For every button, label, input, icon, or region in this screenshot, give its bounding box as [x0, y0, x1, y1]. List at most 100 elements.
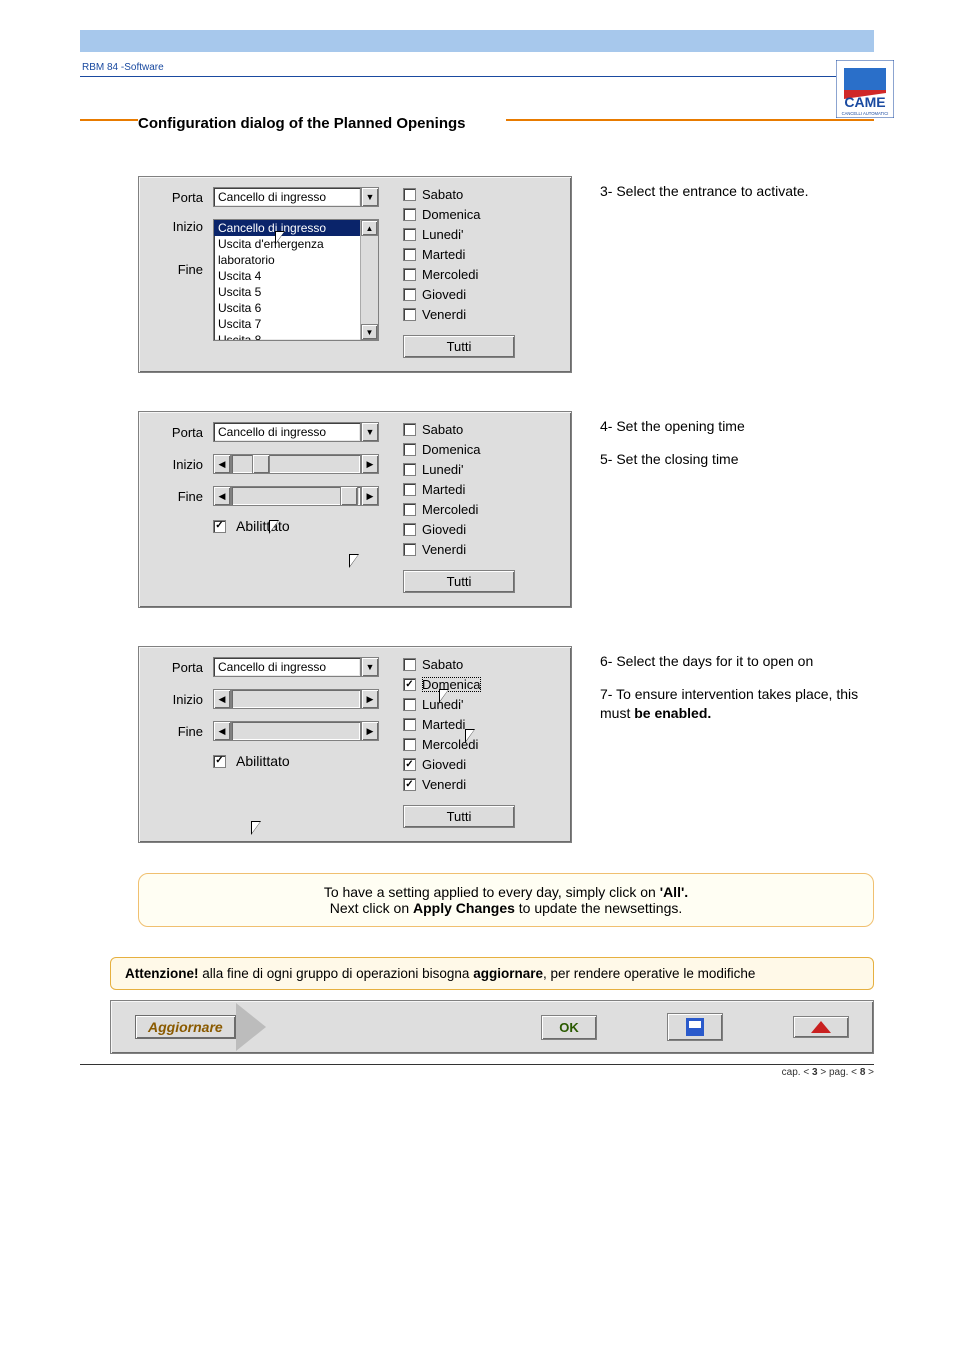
- tutti-button[interactable]: Tutti: [403, 570, 515, 593]
- list-item[interactable]: Uscita 5: [214, 284, 378, 300]
- porta-combo[interactable]: Cancello di ingresso ▼: [213, 657, 379, 677]
- chk-domenica[interactable]: [403, 443, 416, 456]
- day-label: Mercoledi: [422, 737, 478, 752]
- chk-sabato[interactable]: [403, 658, 416, 671]
- page-title: Configuration dialog of the Planned Open…: [138, 115, 506, 132]
- day-label: Sabato: [422, 657, 463, 672]
- porta-combo[interactable]: Cancello di ingresso ▼: [213, 187, 379, 207]
- day-label: Lunedi': [422, 227, 464, 242]
- listbox-scrollbar[interactable]: ▲ ▼: [360, 220, 378, 340]
- chevron-down-icon[interactable]: ▼: [361, 422, 379, 442]
- chevron-down-icon[interactable]: ▼: [361, 657, 379, 677]
- arrow-right-icon[interactable]: ▶: [361, 454, 379, 474]
- day-label: Domenica: [422, 677, 481, 692]
- label-fine: Fine: [151, 724, 203, 739]
- arrow-down-icon[interactable]: ▼: [361, 324, 378, 340]
- chk-sabato[interactable]: [403, 423, 416, 436]
- porta-combo[interactable]: Cancello di ingresso ▼: [213, 422, 379, 442]
- chk-abilitato[interactable]: [213, 520, 226, 533]
- slider-thumb[interactable]: [340, 486, 358, 506]
- note-all: To have a setting applied to every day, …: [138, 873, 874, 927]
- chk-giovedi[interactable]: [403, 288, 416, 301]
- arrow-left-icon[interactable]: ◀: [213, 689, 231, 709]
- label-abilitato: Abilittato: [236, 518, 290, 534]
- arrow-left-icon[interactable]: ◀: [213, 454, 231, 474]
- list-item[interactable]: Uscita 7: [214, 316, 378, 332]
- footer-rule: [80, 1064, 874, 1065]
- chk-martedi[interactable]: [403, 248, 416, 261]
- tutti-button[interactable]: Tutti: [403, 335, 515, 358]
- logo-text: CAME: [844, 94, 885, 110]
- inizio-slider[interactable]: ◀ ▶: [213, 689, 379, 709]
- logo-subtext: CANCELLI AUTOMATICI: [842, 111, 889, 116]
- fine-slider[interactable]: ◀ ▶: [213, 721, 379, 741]
- porta-combo-text: Cancello di ingresso: [213, 187, 361, 207]
- label-inizio: Inizio: [151, 457, 203, 472]
- list-item[interactable]: Uscita 8: [214, 332, 378, 341]
- chk-sabato[interactable]: [403, 188, 416, 201]
- day-label: Martedi: [422, 717, 465, 732]
- label-porta: Porta: [151, 190, 203, 205]
- arrow-left-icon[interactable]: ◀: [213, 721, 231, 741]
- home-button[interactable]: [793, 1016, 849, 1038]
- header-blue-bar: [80, 30, 874, 52]
- chk-mercoledi[interactable]: [403, 738, 416, 751]
- chk-martedi[interactable]: [403, 483, 416, 496]
- aggiornare-arrow: Aggiornare: [135, 1003, 266, 1051]
- arrow-up-icon[interactable]: ▲: [361, 220, 378, 236]
- chk-martedi[interactable]: [403, 718, 416, 731]
- list-item[interactable]: Cancello di ingresso: [214, 220, 378, 236]
- day-label: Venerdi: [422, 777, 466, 792]
- slider-thumb[interactable]: [252, 454, 270, 474]
- chk-lunedi[interactable]: [403, 698, 416, 711]
- arrow-left-icon[interactable]: ◀: [213, 486, 231, 506]
- chk-mercoledi[interactable]: [403, 503, 416, 516]
- porta-listbox[interactable]: Cancello di ingresso Uscita d'emergenza …: [213, 219, 379, 341]
- chk-venerdi[interactable]: [403, 543, 416, 556]
- list-item[interactable]: laboratorio: [214, 252, 378, 268]
- day-label: Lunedi': [422, 697, 464, 712]
- step4-text: 4- Set the opening time: [600, 417, 874, 436]
- label-abilitato: Abilittato: [236, 753, 290, 769]
- list-item[interactable]: Uscita 4: [214, 268, 378, 284]
- day-label: Venerdi: [422, 542, 466, 557]
- inizio-slider[interactable]: ◀ ▶: [213, 454, 379, 474]
- chk-giovedi[interactable]: [403, 523, 416, 536]
- list-item[interactable]: Uscita 6: [214, 300, 378, 316]
- porta-combo-text: Cancello di ingresso: [213, 422, 361, 442]
- arrow-right-icon[interactable]: ▶: [361, 689, 379, 709]
- label-fine: Fine: [151, 262, 203, 277]
- chk-venerdi[interactable]: [403, 308, 416, 321]
- day-label: Giovedi: [422, 522, 466, 537]
- chk-giovedi[interactable]: [403, 758, 416, 771]
- page-footer: cap. < 3 > pag. < 8 >: [80, 1067, 874, 1078]
- came-logo: CAME CANCELLI AUTOMATICI: [836, 60, 894, 118]
- chk-domenica[interactable]: [403, 678, 416, 691]
- warning-box: Attenzione! alla fine di ogni gruppo di …: [110, 957, 874, 990]
- aggiornare-label: Aggiornare: [135, 1015, 236, 1039]
- day-label: Lunedi': [422, 462, 464, 477]
- fine-slider[interactable]: ◀ ▶: [213, 486, 379, 506]
- label-inizio: Inizio: [151, 219, 203, 234]
- save-button[interactable]: [667, 1013, 723, 1041]
- chk-abilitato[interactable]: [213, 755, 226, 768]
- list-item[interactable]: Uscita d'emergenza: [214, 236, 378, 252]
- chk-mercoledi[interactable]: [403, 268, 416, 281]
- dialog-step67: Porta Cancello di ingresso ▼ Inizio ◀ ▶: [138, 646, 572, 843]
- tutti-button[interactable]: Tutti: [403, 805, 515, 828]
- day-label: Giovedi: [422, 287, 466, 302]
- arrow-right-icon[interactable]: ▶: [361, 486, 379, 506]
- ok-button[interactable]: OK: [541, 1015, 597, 1040]
- chk-venerdi[interactable]: [403, 778, 416, 791]
- arrow-right-icon[interactable]: ▶: [361, 721, 379, 741]
- step3-text: 3- Select the entrance to activate.: [600, 182, 874, 201]
- chk-lunedi[interactable]: [403, 463, 416, 476]
- chk-lunedi[interactable]: [403, 228, 416, 241]
- chk-domenica[interactable]: [403, 208, 416, 221]
- chevron-down-icon[interactable]: ▼: [361, 187, 379, 207]
- bottom-toolbar: Aggiornare OK: [110, 1000, 874, 1054]
- day-label: Domenica: [422, 207, 481, 222]
- home-icon: [811, 1021, 831, 1033]
- day-label: Venerdi: [422, 307, 466, 322]
- day-label: Martedi: [422, 247, 465, 262]
